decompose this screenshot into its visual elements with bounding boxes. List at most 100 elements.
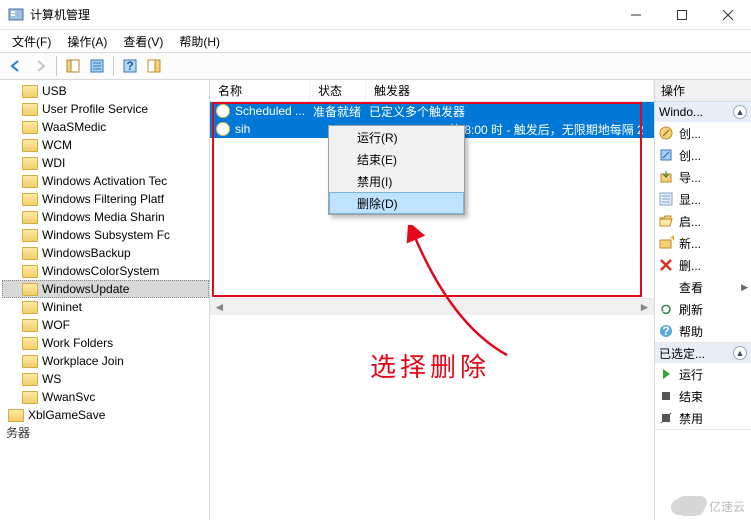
view-icon: [658, 279, 674, 295]
toolbar-separator-2: [113, 56, 114, 76]
folder-icon: [22, 373, 38, 386]
action-item[interactable]: 查看▶: [655, 276, 751, 298]
folder-icon: [22, 121, 38, 134]
folder-icon: [22, 139, 38, 152]
action-label: 创...: [679, 125, 701, 142]
task-triggers: 已定义多个触发器: [369, 103, 465, 120]
show-hide-button[interactable]: [62, 55, 84, 77]
action-item[interactable]: 结束: [655, 385, 751, 407]
clock-icon: [216, 122, 230, 136]
annotation-arrow: [402, 225, 542, 365]
tree-node[interactable]: USB: [2, 82, 209, 100]
hscroll[interactable]: ◄ ►: [210, 298, 654, 315]
tree-node[interactable]: WCM: [2, 136, 209, 154]
action-item[interactable]: 导...: [655, 166, 751, 188]
toolbar-separator: [56, 56, 57, 76]
refresh-icon: [658, 301, 674, 317]
maximize-button[interactable]: [659, 0, 705, 30]
tree-scroll[interactable]: USBUser Profile ServiceWaaSMedicWCMWDIWi…: [0, 80, 209, 520]
tree-node[interactable]: Work Folders: [2, 334, 209, 352]
folder-icon: [22, 211, 38, 224]
tree-label: WindowsColorSystem: [42, 264, 159, 278]
task-status: 准备就绪: [313, 103, 369, 120]
tree-node[interactable]: WwanSvc: [2, 388, 209, 406]
help-button[interactable]: ?: [119, 55, 141, 77]
tree-node[interactable]: WS: [2, 370, 209, 388]
action-pane-button[interactable]: [143, 55, 165, 77]
menu-view[interactable]: 查看(V): [115, 31, 171, 52]
tree-node[interactable]: WOF: [2, 316, 209, 334]
action-label: 删...: [679, 257, 701, 274]
group2-header[interactable]: 已选定... ▲: [655, 343, 751, 363]
action-item[interactable]: 启...: [655, 210, 751, 232]
forward-button[interactable]: [29, 55, 51, 77]
tree-node[interactable]: XblGameSave: [2, 406, 209, 424]
tree-node[interactable]: Windows Filtering Platf: [2, 190, 209, 208]
tree-label: Windows Filtering Platf: [42, 192, 164, 206]
action-label: 查看: [679, 279, 703, 296]
import-icon: [658, 169, 674, 185]
folder-icon: [22, 157, 38, 170]
tree-node[interactable]: WindowsColorSystem: [2, 262, 209, 280]
menu-delete[interactable]: 删除(D): [329, 192, 464, 214]
toolbar: ?: [0, 52, 751, 80]
action-item[interactable]: ✦新...: [655, 232, 751, 254]
action-item[interactable]: 运行: [655, 363, 751, 385]
group1-title: Windo...: [659, 105, 703, 119]
action-label: 显...: [679, 191, 701, 208]
tree-label: Windows Subsystem Fc: [42, 228, 170, 242]
tree-node[interactable]: Wininet: [2, 298, 209, 316]
action-item[interactable]: 删...: [655, 254, 751, 276]
properties-button[interactable]: [86, 55, 108, 77]
tree-node[interactable]: WindowsBackup: [2, 244, 209, 262]
center-pane: 名称 状态 触发器 Scheduled ... 准备就绪 已定义多个触发器 si…: [210, 80, 655, 520]
menu-action[interactable]: 操作(A): [59, 31, 115, 52]
tree-label: XblGameSave: [28, 408, 105, 422]
action-item[interactable]: 显...: [655, 188, 751, 210]
scroll-left-icon[interactable]: ◄: [212, 300, 227, 315]
action-item[interactable]: 创...: [655, 122, 751, 144]
tree-node[interactable]: Windows Activation Tec: [2, 172, 209, 190]
action-item[interactable]: 禁用: [655, 407, 751, 429]
group1-header[interactable]: Windo... ▲: [655, 102, 751, 122]
folder-icon: [22, 175, 38, 188]
menu-disable[interactable]: 禁用(I): [329, 170, 464, 192]
col-triggers[interactable]: 触发器: [366, 80, 654, 101]
stop-icon: [658, 388, 674, 404]
folder-icon: [22, 85, 38, 98]
folder-open-icon: [658, 213, 674, 229]
action-label: 帮助: [679, 323, 703, 340]
tree-node[interactable]: WaaSMedic: [2, 118, 209, 136]
tree-label: Workplace Join: [42, 354, 124, 368]
action-item[interactable]: 创...: [655, 144, 751, 166]
tree-label: Wininet: [42, 300, 82, 314]
tree-label: WwanSvc: [42, 390, 95, 404]
scroll-right-icon[interactable]: ►: [637, 300, 652, 315]
tree-label: WindowsUpdate: [42, 282, 129, 296]
tree-node[interactable]: User Profile Service: [2, 100, 209, 118]
action-item[interactable]: ?帮助: [655, 320, 751, 342]
chevron-up-icon: ▲: [733, 346, 747, 360]
minimize-button[interactable]: [613, 0, 659, 30]
action-label: 禁用: [679, 410, 703, 427]
back-button[interactable]: [5, 55, 27, 77]
col-name[interactable]: 名称: [210, 80, 310, 101]
col-status[interactable]: 状态: [310, 80, 366, 101]
close-button[interactable]: [705, 0, 751, 30]
tree-node[interactable]: WDI: [2, 154, 209, 172]
window-title: 计算机管理: [30, 6, 613, 23]
tree-node[interactable]: Workplace Join: [2, 352, 209, 370]
action-item[interactable]: 刷新: [655, 298, 751, 320]
delete-x-icon: [658, 257, 674, 273]
play-icon: [658, 366, 674, 382]
menu-help[interactable]: 帮助(H): [171, 31, 228, 52]
tree-node[interactable]: Windows Media Sharin: [2, 208, 209, 226]
tree-node[interactable]: WindowsUpdate: [2, 280, 209, 298]
menu-file[interactable]: 文件(F): [4, 31, 59, 52]
menu-run[interactable]: 运行(R): [329, 126, 464, 148]
task-row[interactable]: Scheduled ... 准备就绪 已定义多个触发器: [210, 102, 654, 120]
folder-icon: [22, 103, 38, 116]
menu-end[interactable]: 结束(E): [329, 148, 464, 170]
title-bar: 计算机管理: [0, 0, 751, 30]
tree-node[interactable]: Windows Subsystem Fc: [2, 226, 209, 244]
